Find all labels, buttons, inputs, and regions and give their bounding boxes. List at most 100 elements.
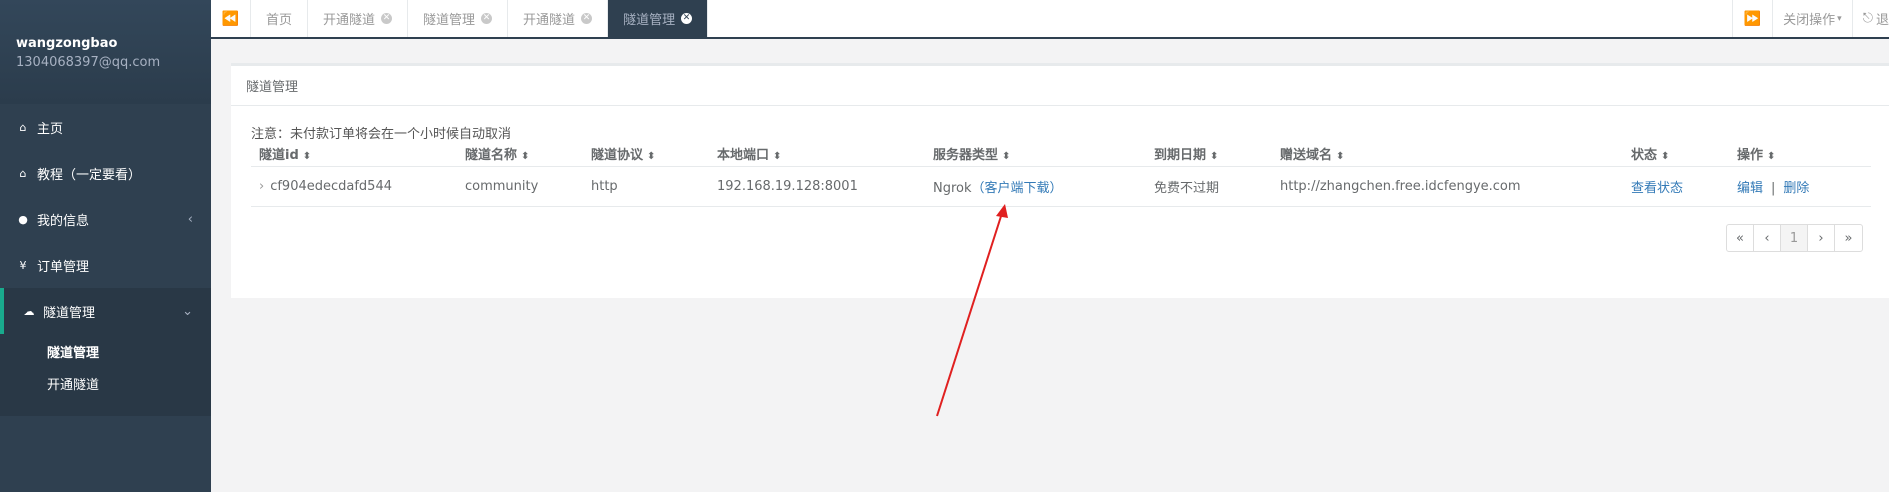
user-email: 1304068397@qq.com <box>16 55 161 70</box>
logout-button[interactable]: ⎋ 退 <box>1851 0 1889 37</box>
panel-title: 隧道管理 <box>231 63 1889 106</box>
column-header-label: 隧道名称 <box>465 148 518 164</box>
cell-protocol: http <box>583 165 709 207</box>
sort-icon: ⬍ <box>1767 151 1776 163</box>
tabs-scroll-left-button[interactable]: ⏪ <box>211 0 251 37</box>
sidebar-item-my-info[interactable]: ● 我的信息 ‹ <box>0 196 211 242</box>
cell-status: 查看状态 <box>1623 165 1729 207</box>
pagination-last-button[interactable]: » <box>1835 225 1862 251</box>
column-header-label: 赠送域名 <box>1280 148 1333 164</box>
sidebar-item-label: 教程（一定要看） <box>37 167 142 183</box>
server-type-text: Ngrok <box>933 180 972 196</box>
cloud-icon: ☁ <box>23 304 35 318</box>
user-name[interactable]: wangzongbao <box>16 36 211 52</box>
tab-bar: ⏪ 首页 开通隧道 ✕ 隧道管理 ✕ 开通隧道 ✕ 隧道管理 ✕ ⏩ 关闭操作 … <box>211 0 1889 39</box>
sort-icon: ⬍ <box>647 151 656 163</box>
tabs-scroll-right-button[interactable]: ⏩ <box>1732 0 1772 37</box>
edit-link[interactable]: 编辑 <box>1737 181 1763 196</box>
cell-domain: http://zhangchen.free.idcfengye.com <box>1272 165 1623 207</box>
sidebar: wangzongbao 1304068397@qq.com ⌂ 主页 ⌂ 教程（… <box>0 0 211 492</box>
tab-tunnel-manage[interactable]: 隧道管理 ✕ <box>408 0 509 37</box>
sidebar-item-orders[interactable]: ¥ 订单管理 <box>0 242 211 288</box>
tunnel-panel: 隧道管理 注意：未付款订单将会在一个小时候自动取消 隧道id ⬍ 隧道名称 ⬍ 隧道… <box>231 63 1889 298</box>
cell-name: community <box>457 165 583 207</box>
logout-label: 退 <box>1875 13 1889 28</box>
chevron-left-icon: ‹ <box>187 211 193 227</box>
sort-icon: ⬍ <box>521 151 530 163</box>
pagination-prev-button[interactable]: ‹ <box>1754 225 1781 251</box>
column-header-status[interactable]: 状态 ⬍ <box>1623 142 1729 166</box>
close-actions-label: 关闭操作 <box>1783 13 1836 28</box>
tab-tunnel-manage-active[interactable]: 隧道管理 ✕ <box>608 0 709 37</box>
home-icon: ⌂ <box>19 166 27 180</box>
tab-label: 隧道管理 <box>623 13 676 28</box>
close-icon[interactable]: ✕ <box>581 13 593 24</box>
chevron-down-icon: ⌄ <box>182 303 193 319</box>
tunnel-id: cf904edecdafd544 <box>270 178 392 194</box>
column-header-expiry[interactable]: 到期日期 ⬍ <box>1146 142 1272 166</box>
submenu-item-tunnel-manage[interactable]: 隧道管理 <box>0 338 211 370</box>
double-chevron-left-icon: ⏪ <box>221 10 240 27</box>
pagination: « ‹ 1 › » <box>1726 224 1863 252</box>
table-header-row: 隧道id ⬍ 隧道名称 ⬍ 隧道协议 ⬍ 本地端口 ⬍ 服务器类型 ⬍ 到期日期 ⬍ 赠送域… <box>251 142 1871 166</box>
column-header-label: 隧道id <box>259 148 299 164</box>
cell-local-port: 192.168.19.128:8001 <box>709 165 925 207</box>
view-status-link[interactable]: 查看状态 <box>1631 181 1683 196</box>
sort-icon: ⬍ <box>1210 151 1219 163</box>
delete-link[interactable]: 删除 <box>1783 181 1809 196</box>
table-row: › cf904edecdafd544 community http 192.168… <box>251 165 1871 207</box>
column-header-local-port[interactable]: 本地端口 ⬍ <box>709 142 925 166</box>
column-header-label: 到期日期 <box>1154 148 1207 164</box>
column-header-label: 本地端口 <box>717 148 770 164</box>
sidebar-item-label: 主页 <box>37 121 64 137</box>
tab-label: 开通隧道 <box>323 13 376 28</box>
client-download-link[interactable]: （客户端下载） <box>972 181 1063 196</box>
sort-icon: ⬍ <box>1002 151 1011 163</box>
double-chevron-right-icon: ⏩ <box>1743 10 1762 27</box>
tab-label: 隧道管理 <box>423 13 476 28</box>
close-icon[interactable]: ✕ <box>681 13 693 24</box>
expand-row-icon[interactable]: › <box>259 179 264 194</box>
tab-open-tunnel-2[interactable]: 开通隧道 ✕ <box>508 0 609 37</box>
column-header-server-type[interactable]: 服务器类型 ⬍ <box>925 142 1146 166</box>
cell-actions: 编辑 | 删除 <box>1729 165 1871 207</box>
submenu-item-open-tunnel[interactable]: 开通隧道 <box>0 370 211 402</box>
sidebar-item-tutorial[interactable]: ⌂ 教程（一定要看） <box>0 150 211 196</box>
column-header-label: 状态 <box>1631 148 1658 164</box>
home-icon: ⌂ <box>19 120 27 134</box>
column-header-label: 服务器类型 <box>933 148 999 164</box>
sidebar-item-label: 订单管理 <box>37 259 90 275</box>
sign-out-icon: ⎋ <box>1862 11 1873 26</box>
cell-expiry: 免费不过期 <box>1146 165 1272 207</box>
sort-icon: ⬍ <box>302 151 312 163</box>
tab-label: 开通隧道 <box>523 13 576 28</box>
sidebar-item-label: 我的信息 <box>37 213 90 229</box>
tunnel-table: 隧道id ⬍ 隧道名称 ⬍ 隧道协议 ⬍ 本地端口 ⬍ 服务器类型 ⬍ 到期日期 ⬍ 赠送域… <box>251 142 1871 207</box>
action-separator: | <box>1771 180 1776 196</box>
column-header-id[interactable]: 隧道id ⬍ <box>251 142 457 166</box>
cell-id: › cf904edecdafd544 <box>251 165 457 207</box>
tab-bar-actions: ⏩ 关闭操作 ▾ ⎋ 退 <box>1732 0 1889 37</box>
yen-icon: ¥ <box>19 258 27 272</box>
close-icon[interactable]: ✕ <box>381 13 393 24</box>
pagination-next-button[interactable]: › <box>1808 225 1835 251</box>
tab-open-tunnel[interactable]: 开通隧道 ✕ <box>308 0 409 37</box>
column-header-protocol[interactable]: 隧道协议 ⬍ <box>583 142 709 166</box>
sidebar-item-tunnels[interactable]: ☁ 隧道管理 ⌄ <box>0 288 211 334</box>
pagination-page-button[interactable]: 1 <box>1781 225 1808 251</box>
sidebar-item-home[interactable]: ⌂ 主页 <box>0 104 211 150</box>
column-header-actions[interactable]: 操作 ⬍ <box>1729 142 1871 166</box>
close-icon[interactable]: ✕ <box>481 13 493 24</box>
tunnel-submenu: 隧道管理 开通隧道 <box>0 334 211 416</box>
column-header-name[interactable]: 隧道名称 ⬍ <box>457 142 583 166</box>
close-actions-dropdown[interactable]: 关闭操作 ▾ <box>1772 0 1852 37</box>
user-profile: wangzongbao 1304068397@qq.com <box>0 0 211 104</box>
column-header-label: 隧道协议 <box>591 148 644 164</box>
sidebar-item-label: 隧道管理 <box>43 305 96 321</box>
tab-home[interactable]: 首页 <box>251 0 309 37</box>
sort-icon: ⬍ <box>773 151 782 163</box>
caret-down-icon: ▾ <box>1837 13 1842 24</box>
pagination-first-button[interactable]: « <box>1727 225 1754 251</box>
tab-list: 首页 开通隧道 ✕ 隧道管理 ✕ 开通隧道 ✕ 隧道管理 ✕ <box>251 0 1732 37</box>
column-header-domain[interactable]: 赠送域名 ⬍ <box>1272 142 1623 166</box>
